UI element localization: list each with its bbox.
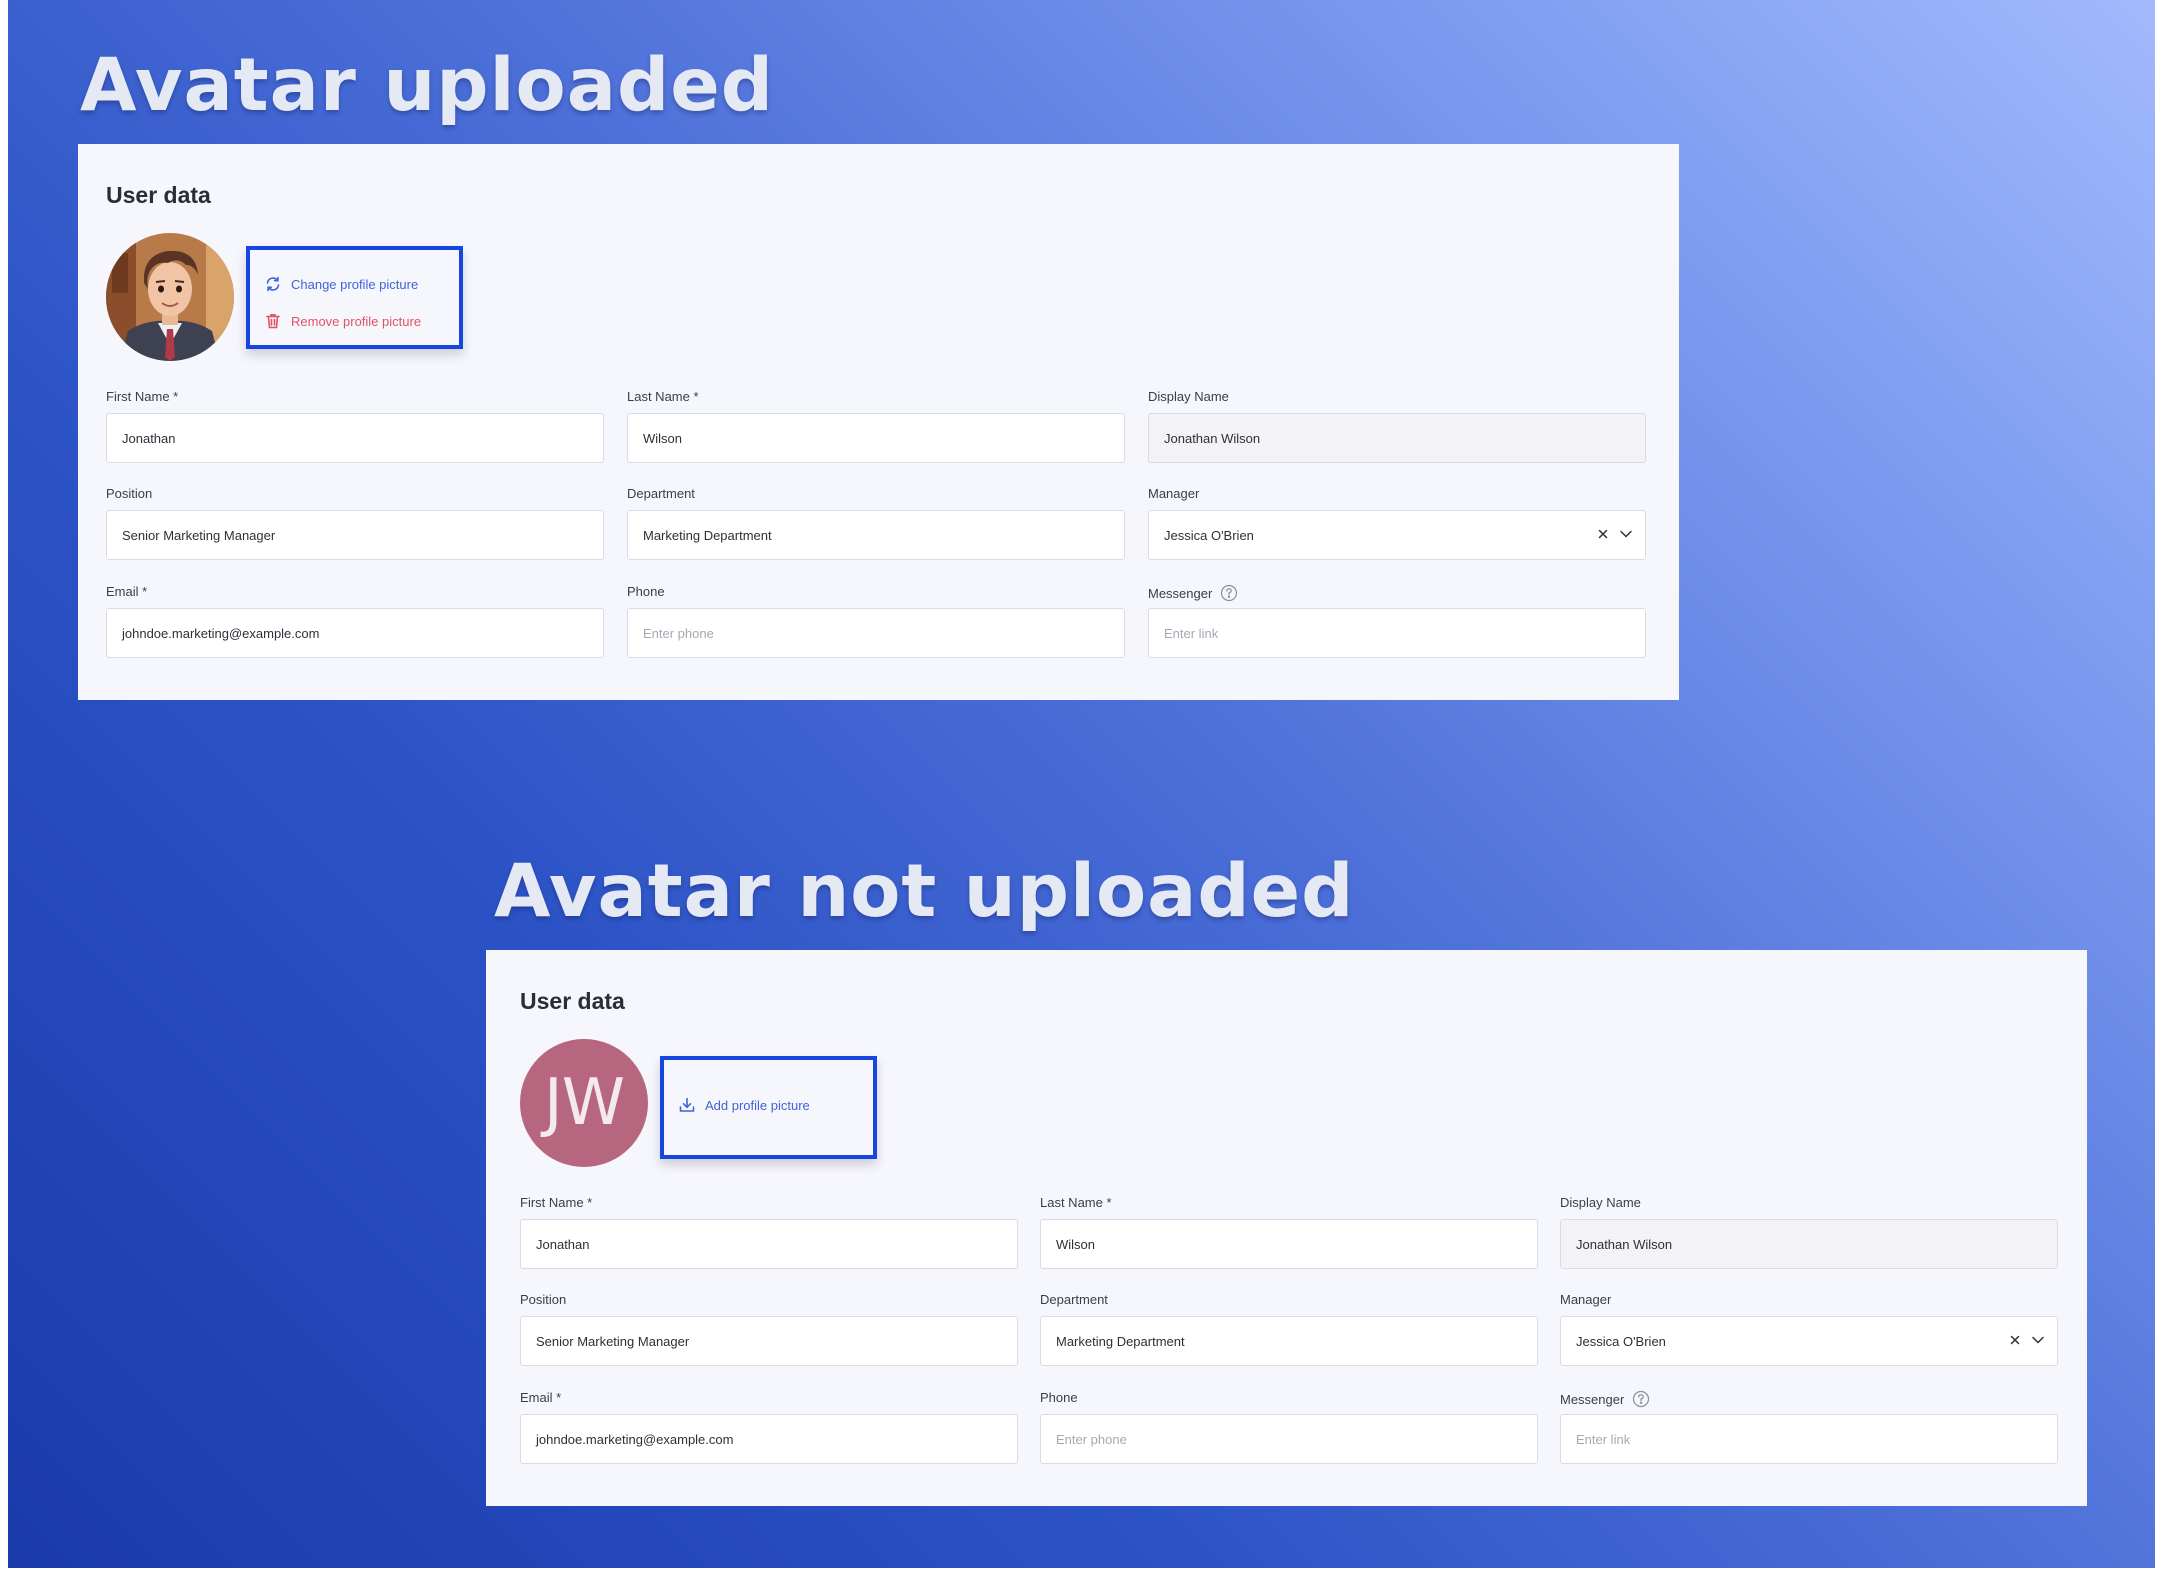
email-label: Email * bbox=[520, 1390, 562, 1405]
clear-icon[interactable] bbox=[1597, 528, 1609, 543]
department-label: Department bbox=[627, 486, 695, 501]
last-name-label: Last Name * bbox=[1040, 1195, 1112, 1210]
change-profile-picture-label: Change profile picture bbox=[291, 276, 419, 292]
phone-label: Phone bbox=[627, 584, 665, 599]
last-name-field[interactable]: Wilson bbox=[1040, 1219, 1538, 1269]
select-controls bbox=[1597, 511, 1633, 559]
messenger-label: Messenger bbox=[1148, 584, 1238, 602]
chevron-down-icon[interactable] bbox=[2031, 1334, 2045, 1349]
section-heading-uploaded: Avatar uploaded bbox=[80, 43, 774, 128]
download-icon bbox=[678, 1096, 696, 1114]
department-label: Department bbox=[1040, 1292, 1108, 1307]
display-name-field: Jonathan Wilson bbox=[1148, 413, 1646, 463]
card-title: User data bbox=[106, 182, 211, 208]
messenger-label: Messenger bbox=[1560, 1390, 1650, 1408]
position-label: Position bbox=[520, 1292, 567, 1307]
display-name-label: Display Name bbox=[1560, 1195, 1641, 1210]
remove-profile-picture-button[interactable]: Remove profile picture bbox=[264, 312, 421, 330]
add-profile-picture-button[interactable]: Add profile picture bbox=[678, 1096, 810, 1114]
department-field[interactable]: Marketing Department bbox=[1040, 1316, 1538, 1366]
manager-label: Manager bbox=[1560, 1292, 1612, 1307]
position-label: Position bbox=[106, 486, 153, 501]
last-name-field[interactable]: Wilson bbox=[627, 413, 1125, 463]
manager-value: Jessica O'Brien bbox=[1164, 527, 1254, 543]
refresh-icon bbox=[264, 275, 282, 293]
position-field[interactable]: Senior Marketing Manager bbox=[520, 1316, 1018, 1366]
manager-select[interactable]: Jessica O'Brien bbox=[1560, 1316, 2058, 1366]
profile-picture-actions: Change profile picture Remove profile pi… bbox=[246, 246, 463, 349]
email-label: Email * bbox=[106, 584, 148, 599]
phone-field[interactable]: Enter phone bbox=[627, 608, 1125, 658]
phone-field[interactable]: Enter phone bbox=[1040, 1414, 1538, 1464]
display-name-label: Display Name bbox=[1148, 389, 1229, 404]
messenger-label-text: Messenger bbox=[1560, 1391, 1625, 1407]
avatar-illustration-icon bbox=[106, 233, 234, 361]
email-field[interactable]: johndoe.marketing@example.com bbox=[520, 1414, 1018, 1464]
avatar-initials: JW bbox=[520, 1039, 648, 1167]
add-profile-picture-label: Add profile picture bbox=[705, 1097, 810, 1113]
manager-select[interactable]: Jessica O'Brien bbox=[1148, 510, 1646, 560]
user-data-card-uploaded: User data Change profile picture Remove … bbox=[78, 144, 1679, 700]
last-name-label: Last Name * bbox=[627, 389, 699, 404]
first-name-label: First Name * bbox=[520, 1195, 593, 1210]
profile-picture-actions: Add profile picture bbox=[660, 1056, 877, 1159]
avatar bbox=[106, 233, 234, 361]
clear-icon[interactable] bbox=[2009, 1334, 2021, 1349]
change-profile-picture-button[interactable]: Change profile picture bbox=[264, 275, 418, 293]
chevron-down-icon[interactable] bbox=[1619, 528, 1633, 543]
trash-icon bbox=[264, 312, 282, 330]
help-icon[interactable] bbox=[1632, 1390, 1650, 1408]
email-field[interactable]: johndoe.marketing@example.com bbox=[106, 608, 604, 658]
remove-profile-picture-label: Remove profile picture bbox=[291, 313, 422, 329]
messenger-label-text: Messenger bbox=[1148, 585, 1213, 601]
first-name-field[interactable]: Jonathan bbox=[520, 1219, 1018, 1269]
card-title: User data bbox=[520, 988, 625, 1014]
select-controls bbox=[2009, 1317, 2045, 1365]
first-name-label: First Name * bbox=[106, 389, 179, 404]
messenger-field[interactable]: Enter link bbox=[1560, 1414, 2058, 1464]
help-icon[interactable] bbox=[1220, 584, 1238, 602]
position-field[interactable]: Senior Marketing Manager bbox=[106, 510, 604, 560]
department-field[interactable]: Marketing Department bbox=[627, 510, 1125, 560]
canvas: Avatar uploaded User data Change profile… bbox=[8, 0, 2155, 1568]
first-name-field[interactable]: Jonathan bbox=[106, 413, 604, 463]
section-heading-not-uploaded: Avatar not uploaded bbox=[494, 849, 1355, 934]
messenger-field[interactable]: Enter link bbox=[1148, 608, 1646, 658]
user-data-card-not-uploaded: User data JW Add profile picture First N… bbox=[486, 950, 2087, 1506]
phone-label: Phone bbox=[1040, 1390, 1078, 1405]
manager-label: Manager bbox=[1148, 486, 1200, 501]
display-name-field: Jonathan Wilson bbox=[1560, 1219, 2058, 1269]
manager-value: Jessica O'Brien bbox=[1576, 1333, 1666, 1349]
